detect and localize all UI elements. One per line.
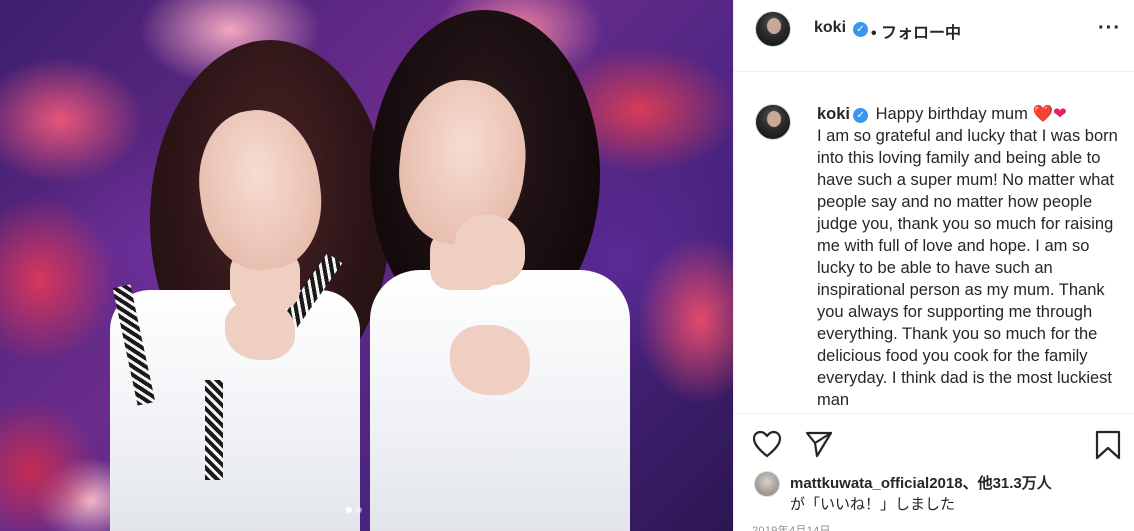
paper-plane-icon[interactable] [804, 430, 834, 463]
photo-hand [225, 300, 295, 360]
photo-hand [450, 325, 530, 395]
bookmark-icon[interactable] [1095, 430, 1121, 465]
heart-outline-icon[interactable] [752, 430, 782, 463]
likes-summary: mattkuwata_official2018、他31.3万人 が「いいね！」し… [734, 469, 1134, 531]
heart-emoji-icon: ❤️❤ [1032, 105, 1067, 123]
caption-first-line: Happy birthday mum [875, 105, 1028, 123]
carousel-dot-active [346, 507, 352, 513]
post-actions [734, 413, 1134, 469]
post-date[interactable]: 2019年4月14日 [752, 522, 831, 531]
carousel-indicator [346, 507, 362, 513]
photo-hand [455, 215, 525, 285]
likes-line: mattkuwata_official2018、他31.3万人 [790, 472, 1052, 493]
caption-username[interactable]: koki [817, 105, 850, 123]
author-avatar[interactable] [755, 11, 791, 47]
post-header: koki ✓ • フォロー中 ··· [734, 0, 1134, 72]
post-caption: koki ✓ Happy birthday mum ❤️❤ I am so gra… [817, 103, 1122, 411]
verified-badge-icon: ✓ [853, 22, 868, 37]
caption-author-avatar[interactable] [755, 104, 791, 140]
post-panel: koki ✓ • フォロー中 ··· koki ✓ Happy birthday … [733, 0, 1134, 531]
photo-dress-right [370, 270, 630, 531]
liker-username[interactable]: mattkuwata_official2018 [790, 475, 963, 492]
author-username[interactable]: koki [814, 19, 846, 37]
likes-count[interactable]: 、他31.3万人 [963, 475, 1052, 492]
more-options-icon[interactable]: ··· [1098, 17, 1121, 40]
post-photo[interactable] [0, 0, 733, 531]
follow-status[interactable]: • フォロー中 [871, 19, 961, 43]
caption-scroll-area[interactable]: koki ✓ Happy birthday mum ❤️❤ I am so gra… [734, 73, 1134, 413]
likes-suffix: が「いいね！」しました [790, 496, 956, 513]
carousel-dot [356, 507, 362, 513]
verified-badge-icon: ✓ [853, 108, 869, 123]
caption-body: I am so grateful and lucky that I was bo… [817, 127, 1118, 409]
photo-lace [205, 380, 223, 480]
liker-avatar[interactable] [754, 471, 780, 497]
